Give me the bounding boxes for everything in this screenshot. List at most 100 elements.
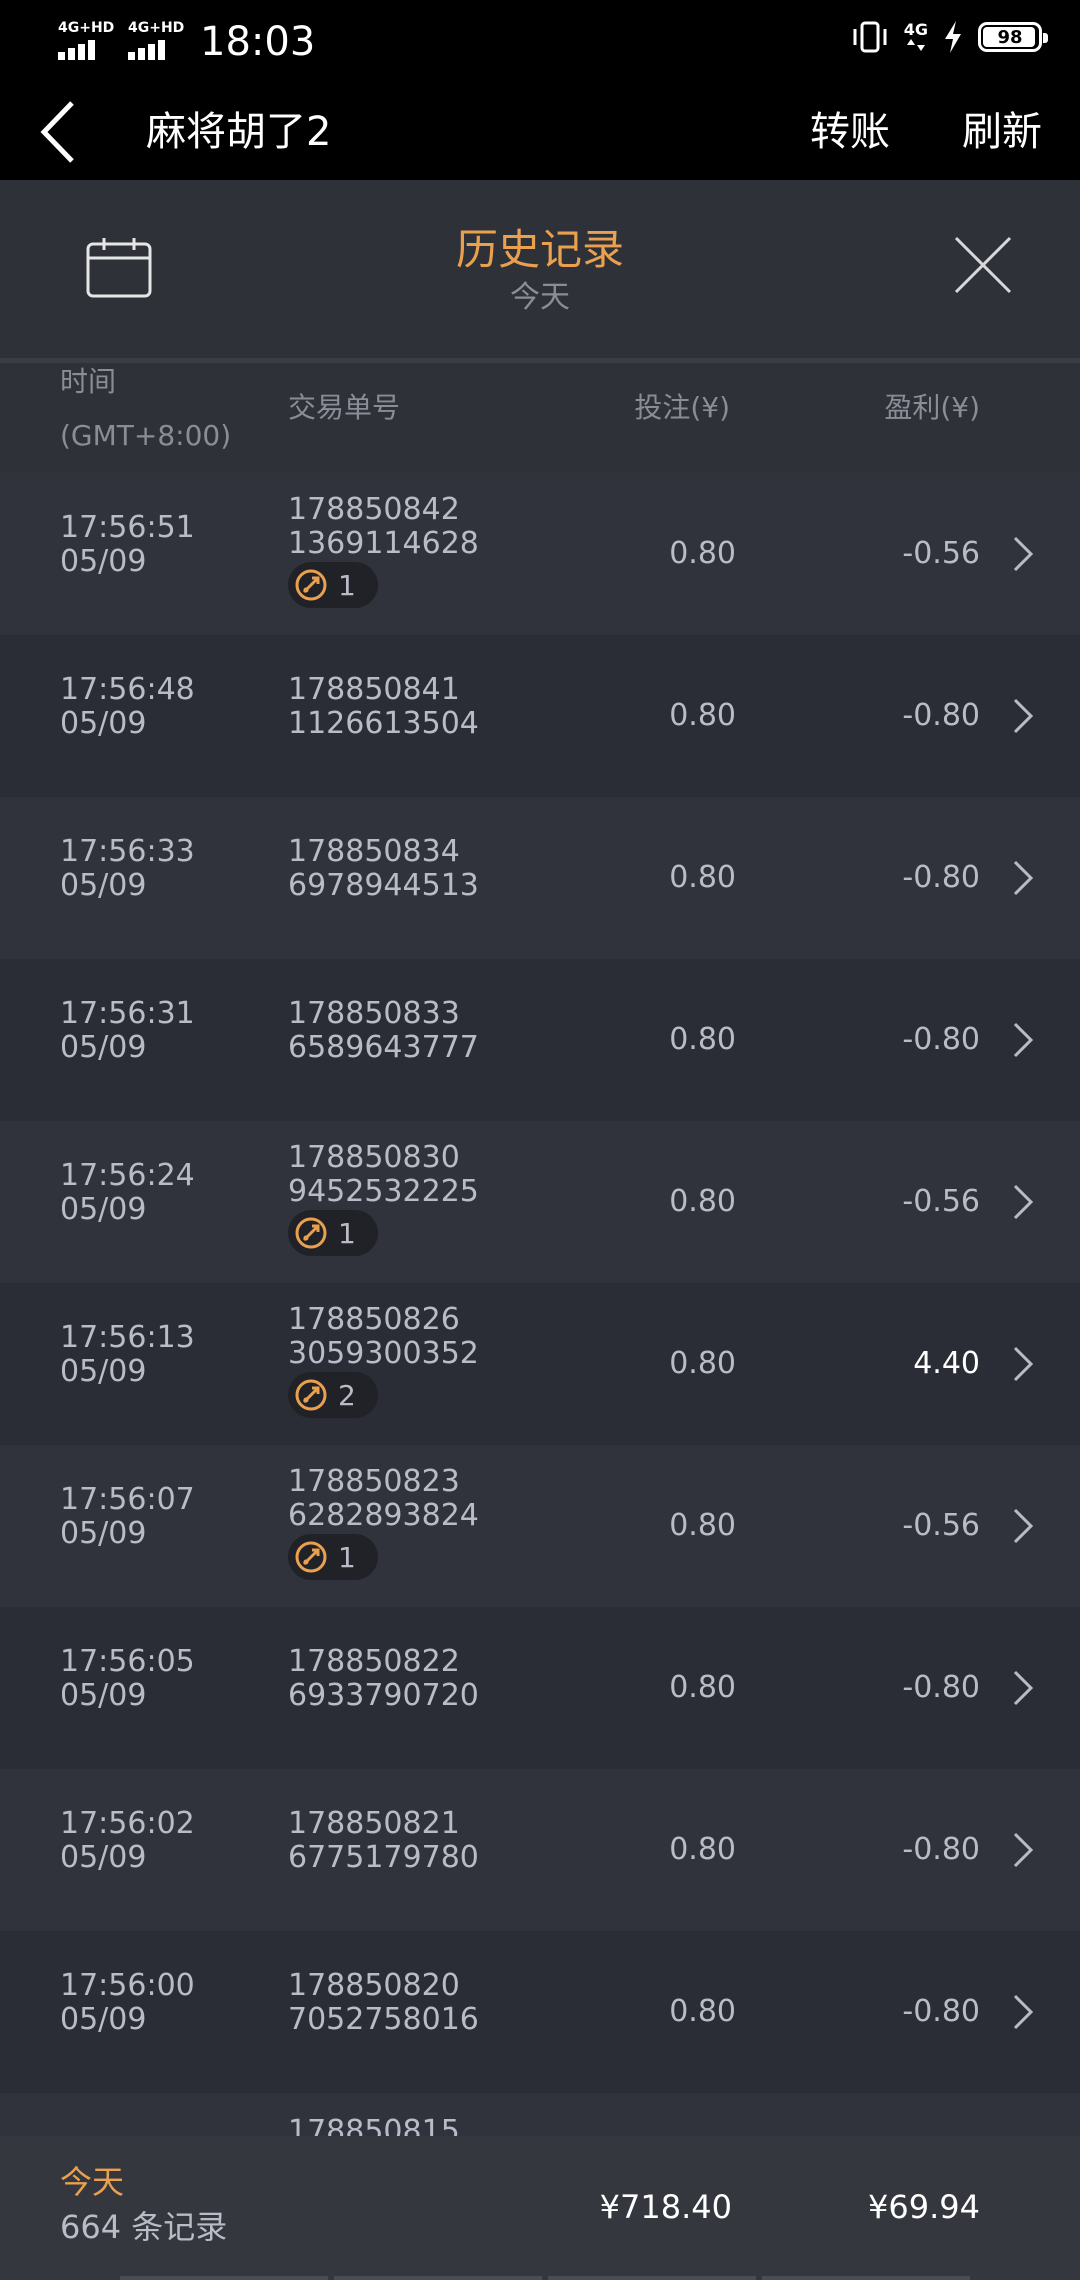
order-number: 178850822 6933790720 xyxy=(288,1645,479,1713)
free-spin-count: 2 xyxy=(338,1378,356,1412)
row-date-value: 05/09 xyxy=(60,1192,147,1227)
free-spin-badge: 2 xyxy=(288,1372,378,1418)
row-time: 17:56:00 05/09 xyxy=(60,1969,195,2037)
row-date-value: 05/09 xyxy=(60,868,147,903)
chevron-right-icon xyxy=(1013,1670,1034,1706)
profit-amount: -0.56 xyxy=(902,1508,980,1543)
table-row[interactable]: 17:56:05 05/09 178850822 6933790720 0.80 -0.8… xyxy=(0,1607,1080,1769)
history-title: 历史记录 xyxy=(455,225,624,274)
charging-icon xyxy=(945,21,961,53)
column-header: 时间 (GMT+8:00) 交易单号 投注(¥) 盈利(¥) xyxy=(0,363,1080,473)
order-number-line2: 1126613504 xyxy=(288,706,479,741)
order-number: 178850826 3059300352 xyxy=(288,1303,479,1371)
order-number-line1: 178850833 xyxy=(288,996,460,1031)
table-row[interactable]: 17:56:07 05/09 178850823 6282893824 1 0.80 -0.… xyxy=(0,1445,1080,1607)
order-number: 178850820 7052758016 xyxy=(288,1969,479,2037)
summary-footer: 今天 664 条记录 ¥718.40 ¥69.94 xyxy=(0,2136,1080,2280)
status-right: 4G 98 xyxy=(850,20,1048,54)
chevron-right-icon xyxy=(1013,1832,1034,1868)
signal-sim2: 4G+HD xyxy=(128,20,184,60)
table-row[interactable]: 17:56:13 05/09 178850826 3059300352 2 0.80 4.4… xyxy=(0,1283,1080,1445)
total-profit: ¥69.94 xyxy=(868,2188,980,2226)
profit-amount: 4.40 xyxy=(913,1346,980,1381)
row-time-value: 17:56:51 xyxy=(60,510,195,545)
row-time: 17:56:13 05/09 xyxy=(60,1321,195,1389)
free-spin-count: 1 xyxy=(338,568,356,602)
network-indicator: 4G xyxy=(904,22,928,52)
order-number-line1: 178850842 xyxy=(288,492,460,527)
record-count: 664 条记录 xyxy=(60,2208,228,2246)
order-number-line1: 178850830 xyxy=(288,1140,460,1175)
chevron-right-icon xyxy=(1013,860,1034,896)
close-button[interactable] xyxy=(952,234,1014,300)
status-time: 18:03 xyxy=(200,19,316,65)
free-spin-count: 1 xyxy=(338,1540,356,1574)
order-number-line2: 6978944513 xyxy=(288,868,479,903)
refresh-button[interactable]: 刷新 xyxy=(962,84,1042,180)
page-title: 麻将胡了2 xyxy=(146,109,332,155)
network-label: 4G xyxy=(903,20,928,39)
order-number-line2: 9452532225 xyxy=(288,1174,479,1209)
profit-amount: -0.56 xyxy=(902,536,980,571)
chevron-right-icon xyxy=(1013,1346,1034,1382)
free-spin-badge: 1 xyxy=(288,562,378,608)
order-number: 178850823 6282893824 xyxy=(288,1465,479,1533)
order-number: 178850841 1126613504 xyxy=(288,673,479,741)
history-subtitle[interactable]: 今天 xyxy=(0,278,1080,318)
chevron-left-icon xyxy=(40,101,74,163)
table-row[interactable]: 17:56:02 05/09 178850821 6775179780 0.80 -0.8… xyxy=(0,1769,1080,1931)
table-row[interactable]: 17:56:48 05/09 178850841 1126613504 0.80 -0.8… xyxy=(0,635,1080,797)
row-time: 17:56:31 05/09 xyxy=(60,997,195,1065)
bet-amount: 0.80 xyxy=(669,536,736,571)
order-number-line2: 7052758016 xyxy=(288,2002,479,2037)
back-button[interactable] xyxy=(38,84,98,180)
row-time-value: 17:56:02 xyxy=(60,1806,195,1841)
sim2-label: 4G+HD xyxy=(128,20,185,36)
row-time: 17:56:33 05/09 xyxy=(60,835,195,903)
free-spin-count: 1 xyxy=(338,1216,356,1250)
order-number: 178850842 1369114628 xyxy=(288,493,479,561)
chevron-right-icon xyxy=(1013,698,1034,734)
transfer-button[interactable]: 转账 xyxy=(810,84,890,180)
order-number-line1: 178850820 xyxy=(288,1968,460,2003)
bet-amount: 0.80 xyxy=(669,1184,736,1219)
row-date-value: 05/09 xyxy=(60,1354,147,1389)
row-date-value: 05/09 xyxy=(60,1516,147,1551)
signal-sim1: 4G+HD xyxy=(58,20,114,60)
bet-amount: 0.80 xyxy=(669,1994,736,2029)
row-time: 17:56:02 05/09 xyxy=(60,1807,195,1875)
col-order: 交易单号 xyxy=(288,391,401,424)
free-spin-badge: 1 xyxy=(288,1534,378,1580)
profit-amount: -0.80 xyxy=(902,1022,980,1057)
order-number: 178850821 6775179780 xyxy=(288,1807,479,1875)
row-time: 17:56:07 05/09 xyxy=(60,1483,195,1551)
table-row[interactable]: 17:56:24 05/09 178850830 9452532225 1 0.80 -0.… xyxy=(0,1121,1080,1283)
summary-period: 今天 xyxy=(60,2163,125,2201)
col-time: 时间 xyxy=(60,365,117,398)
order-number-line2: 3059300352 xyxy=(288,1336,479,1371)
order-number: 178850833 6589643777 xyxy=(288,997,479,1065)
table-row[interactable]: 17:56:51 05/09 178850842 1369114628 1 0.80 -0.… xyxy=(0,473,1080,635)
order-number-line2: 6282893824 xyxy=(288,1498,479,1533)
profit-amount: -0.80 xyxy=(902,860,980,895)
table-row[interactable]: 17:56:31 05/09 178850833 6589643777 0.80 -0.8… xyxy=(0,959,1080,1121)
battery-level: 98 xyxy=(997,26,1023,48)
row-date-value: 05/09 xyxy=(60,1030,147,1065)
status-bar: 4G+HD 4G+HD 18:03 4G 98 xyxy=(0,0,1080,84)
order-number: 178850830 9452532225 xyxy=(288,1141,479,1209)
history-list: 17:56:51 05/09 178850842 1369114628 1 0.80 -0.… xyxy=(0,473,1080,2221)
chevron-right-icon xyxy=(1013,1508,1034,1544)
order-number-line2: 6933790720 xyxy=(288,1678,479,1713)
row-date-value: 05/09 xyxy=(60,1678,147,1713)
close-icon xyxy=(954,236,1012,294)
free-spin-icon xyxy=(295,1541,327,1573)
row-time: 17:56:48 05/09 xyxy=(60,673,195,741)
sim1-label: 4G+HD xyxy=(58,20,115,36)
bet-amount: 0.80 xyxy=(669,860,736,895)
order-number-line1: 178850834 xyxy=(288,834,460,869)
col-timezone: (GMT+8:00) xyxy=(60,419,232,452)
row-time-value: 17:56:13 xyxy=(60,1320,195,1355)
table-row[interactable]: 17:56:00 05/09 178850820 7052758016 0.80 -0.8… xyxy=(0,1931,1080,2093)
table-row[interactable]: 17:56:33 05/09 178850834 6978944513 0.80 -0.8… xyxy=(0,797,1080,959)
row-date-value: 05/09 xyxy=(60,2002,147,2037)
